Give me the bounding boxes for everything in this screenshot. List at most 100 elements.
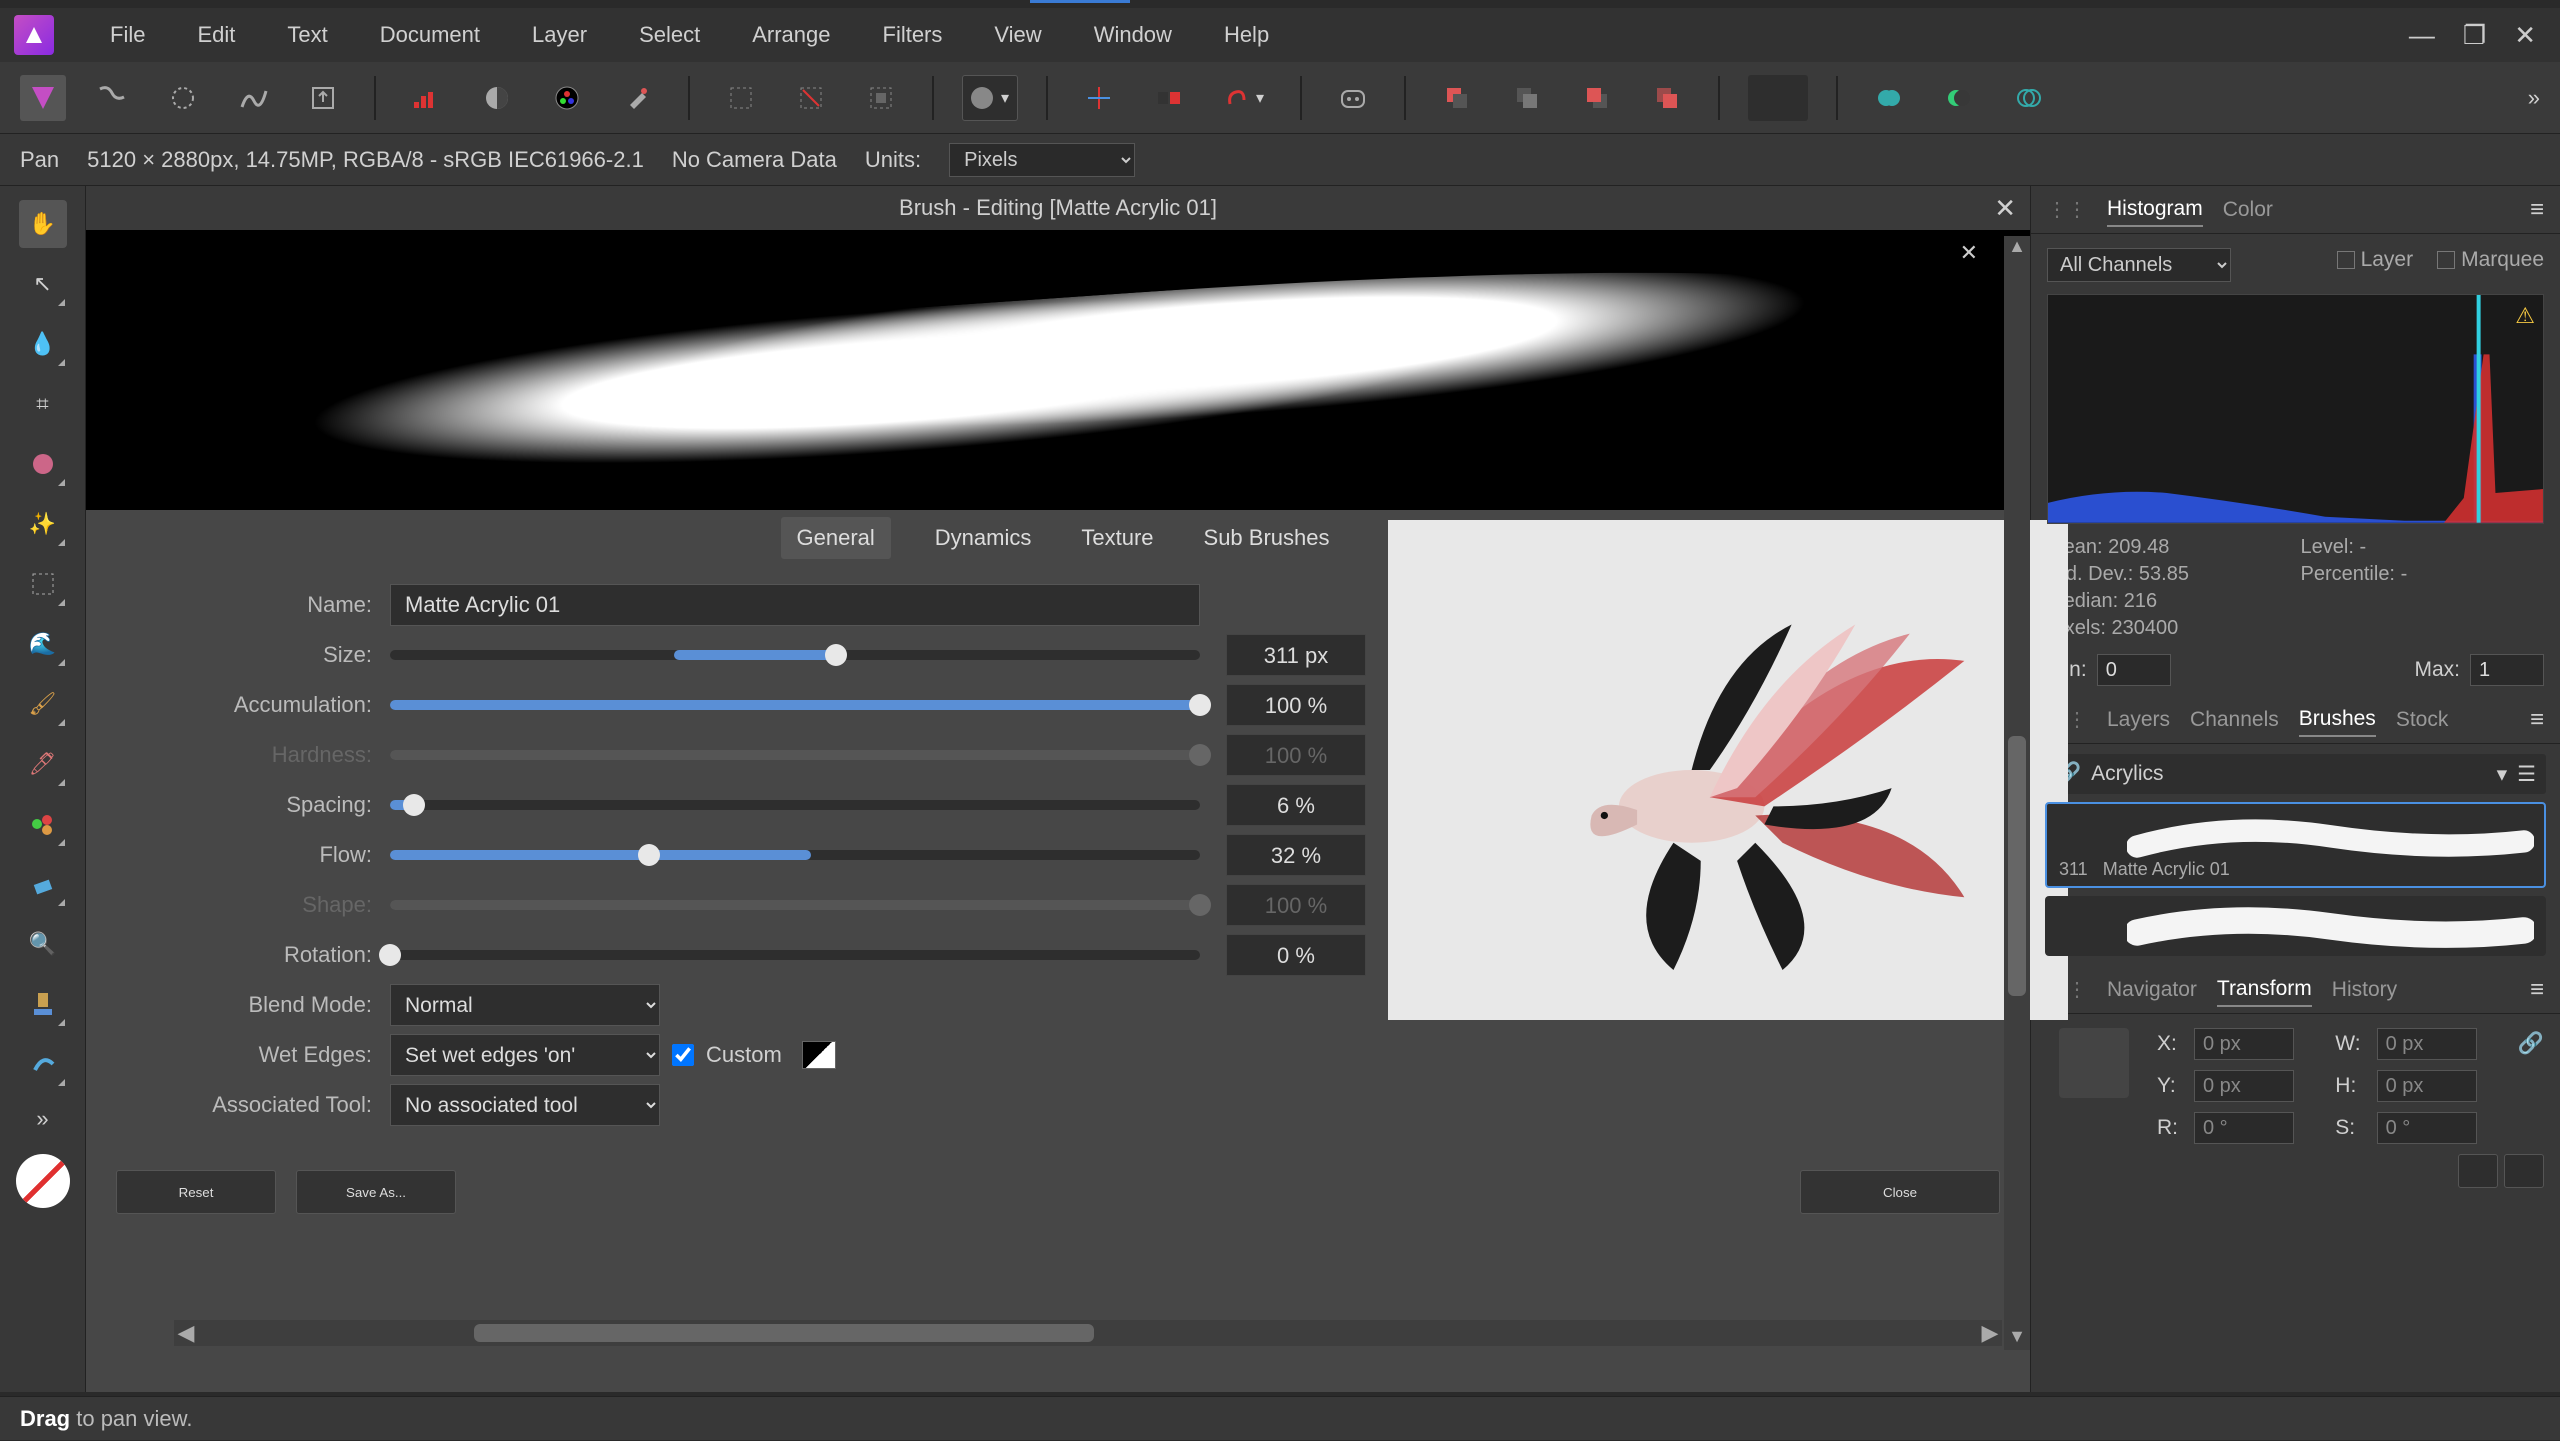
bool-subtract-icon[interactable] bbox=[1936, 75, 1982, 121]
crop-tool[interactable]: ⌗ bbox=[19, 380, 67, 428]
deselect-icon[interactable] bbox=[788, 75, 834, 121]
auto-levels-icon[interactable] bbox=[404, 75, 450, 121]
magic-wand-tool[interactable]: ✨ bbox=[19, 500, 67, 548]
h-input[interactable] bbox=[2377, 1070, 2477, 1102]
paint-brush-tool[interactable]: 🖌 bbox=[19, 680, 67, 728]
saveas-button[interactable]: Save As... bbox=[296, 1170, 456, 1214]
menu-window[interactable]: Window bbox=[1068, 22, 1198, 48]
brush-item[interactable]: 311 Matte Acrylic 01 bbox=[2045, 802, 2546, 888]
persona-liquify-icon[interactable] bbox=[90, 75, 136, 121]
selection-brush-tool[interactable] bbox=[19, 440, 67, 488]
invert-selection-icon[interactable] bbox=[858, 75, 904, 121]
select-all-icon[interactable] bbox=[718, 75, 764, 121]
menu-filters[interactable]: Filters bbox=[857, 22, 969, 48]
quick-mask-icon[interactable]: ▾ bbox=[962, 75, 1018, 121]
close-icon[interactable]: ✕ bbox=[2514, 20, 2536, 51]
app-icon[interactable] bbox=[14, 15, 54, 55]
vertical-scrollbar[interactable]: ▲▼ bbox=[2004, 236, 2030, 1350]
tab-stock[interactable]: Stock bbox=[2396, 704, 2449, 736]
canvas[interactable] bbox=[1388, 520, 2068, 1020]
menu-file[interactable]: File bbox=[84, 22, 171, 48]
bool-add-icon[interactable] bbox=[1866, 75, 1912, 121]
slider-size[interactable] bbox=[390, 650, 1200, 660]
bool-intersect-icon[interactable] bbox=[2006, 75, 2052, 121]
stamp-tool[interactable] bbox=[19, 980, 67, 1028]
tab-color[interactable]: Color bbox=[2223, 194, 2273, 226]
y-input[interactable] bbox=[2194, 1070, 2294, 1102]
tab-channels[interactable]: Channels bbox=[2190, 704, 2279, 736]
zoom-tool[interactable]: 🔍 bbox=[19, 920, 67, 968]
grip-icon[interactable]: ⋮⋮ bbox=[2047, 197, 2087, 222]
align-2[interactable] bbox=[2504, 1154, 2544, 1188]
s-input[interactable] bbox=[2377, 1112, 2477, 1144]
persona-tone-icon[interactable] bbox=[230, 75, 276, 121]
panel-menu-icon[interactable]: ≡ bbox=[2530, 196, 2544, 224]
arrange-forward-icon[interactable] bbox=[1574, 75, 1620, 121]
tab-layers[interactable]: Layers bbox=[2107, 704, 2170, 736]
tab-history[interactable]: History bbox=[2332, 974, 2397, 1006]
brush-category-select[interactable]: 🔗 Acrylics ▾ ☰ bbox=[2045, 754, 2546, 794]
align-1[interactable] bbox=[2458, 1154, 2498, 1188]
x-input[interactable] bbox=[2194, 1028, 2294, 1060]
tab-close-icon[interactable]: ✕ bbox=[1960, 240, 1978, 266]
toolbar-overflow-icon[interactable]: » bbox=[2528, 85, 2540, 111]
erase-tool[interactable] bbox=[19, 860, 67, 908]
tool-overflow-icon[interactable]: » bbox=[36, 1106, 48, 1132]
maximize-icon[interactable]: ❐ bbox=[2463, 20, 2486, 51]
menu-view[interactable]: View bbox=[968, 22, 1067, 48]
tab-transform[interactable]: Transform bbox=[2217, 973, 2312, 1007]
reset-button[interactable]: Reset bbox=[116, 1170, 276, 1214]
auto-wb-icon[interactable] bbox=[614, 75, 660, 121]
auto-contrast-icon[interactable] bbox=[474, 75, 520, 121]
channel-select[interactable]: All Channels bbox=[2047, 248, 2231, 282]
horizontal-scrollbar[interactable]: ◀▶ bbox=[174, 1320, 2002, 1346]
robot-icon[interactable] bbox=[1330, 75, 1376, 121]
pixel-tool[interactable]: 🖊 bbox=[19, 740, 67, 788]
menu-select[interactable]: Select bbox=[613, 22, 726, 48]
arrange-backward-icon[interactable] bbox=[1504, 75, 1550, 121]
slider-accumulation[interactable] bbox=[390, 700, 1200, 710]
r-input[interactable] bbox=[2194, 1112, 2294, 1144]
dialog-close-icon[interactable]: ✕ bbox=[1994, 193, 2016, 224]
tab-histogram[interactable]: Histogram bbox=[2107, 193, 2203, 227]
menu-edit[interactable]: Edit bbox=[171, 22, 261, 48]
color-picker-tool[interactable]: 💧 bbox=[19, 320, 67, 368]
menu-document[interactable]: Document bbox=[354, 22, 506, 48]
slider-rotation[interactable] bbox=[390, 950, 1200, 960]
menu-text[interactable]: Text bbox=[261, 22, 353, 48]
brush-name-input[interactable] bbox=[390, 584, 1200, 626]
brush-item[interactable] bbox=[2045, 896, 2546, 956]
slider-flow[interactable] bbox=[390, 850, 1200, 860]
move-tool[interactable]: ↖ bbox=[19, 260, 67, 308]
max-input[interactable] bbox=[2470, 654, 2544, 686]
assistant-icon[interactable]: ▾ bbox=[1216, 75, 1272, 121]
color-swatch[interactable] bbox=[16, 1154, 70, 1208]
opt-marquee[interactable]: Marquee bbox=[2437, 248, 2544, 272]
pan-tool[interactable]: ✋ bbox=[19, 200, 67, 248]
marquee-tool[interactable] bbox=[19, 560, 67, 608]
menu-arrange[interactable]: Arrange bbox=[726, 22, 856, 48]
snapping-icon[interactable] bbox=[1076, 75, 1122, 121]
min-input[interactable] bbox=[2097, 654, 2171, 686]
units-select[interactable]: Pixels bbox=[949, 143, 1135, 177]
brush-tab-texture[interactable]: Texture bbox=[1075, 517, 1159, 559]
custom-check[interactable] bbox=[672, 1044, 694, 1066]
minimize-icon[interactable]: — bbox=[2409, 20, 2435, 51]
brush-tab-sub-brushes[interactable]: Sub Brushes bbox=[1198, 517, 1336, 559]
arrange-back-icon[interactable] bbox=[1434, 75, 1480, 121]
persona-photo-icon[interactable] bbox=[20, 75, 66, 121]
lock-icon[interactable]: 🔗 bbox=[2518, 1032, 2544, 1056]
slider-spacing[interactable] bbox=[390, 800, 1200, 810]
assoc-select[interactable]: No associated tool bbox=[390, 1084, 660, 1126]
menu-help[interactable]: Help bbox=[1198, 22, 1295, 48]
flood-fill-tool[interactable]: 🌊 bbox=[19, 620, 67, 668]
persona-export-icon[interactable] bbox=[300, 75, 346, 121]
anchor-widget[interactable] bbox=[2059, 1028, 2129, 1098]
tab-navigator[interactable]: Navigator bbox=[2107, 974, 2197, 1006]
smudge-tool[interactable] bbox=[19, 1040, 67, 1088]
panel-menu-icon[interactable]: ≡ bbox=[2530, 706, 2544, 734]
list-view-icon[interactable]: ☰ bbox=[2517, 762, 2536, 787]
persona-develop-icon[interactable] bbox=[160, 75, 206, 121]
wet-select[interactable]: Set wet edges 'on' bbox=[390, 1034, 660, 1076]
paint-mixer-tool[interactable] bbox=[19, 800, 67, 848]
